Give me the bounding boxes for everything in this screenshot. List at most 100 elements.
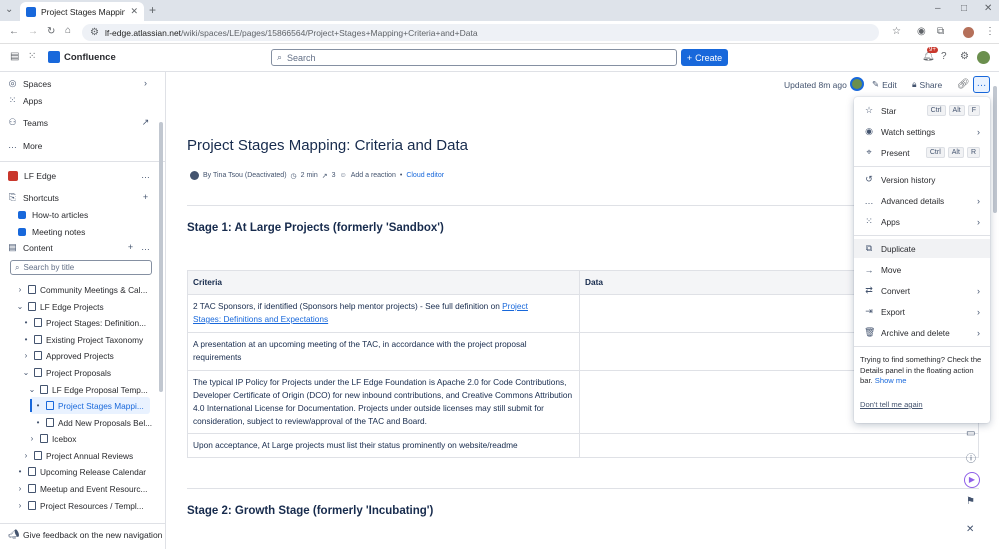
menu-item-duplicate[interactable]: ⧉ Duplicate: [854, 239, 990, 258]
maximize-icon[interactable]: □: [961, 4, 967, 14]
tree-item[interactable]: › Approved Projects: [22, 348, 114, 363]
shortcut-how-to[interactable]: How-to articles: [18, 207, 88, 222]
filter-input[interactable]: ⌕ Search by title: [10, 260, 152, 275]
settings-gear-icon[interactable]: ⚙: [960, 52, 969, 62]
share-button[interactable]: 🔒︎ Share: [912, 77, 942, 92]
tree-item[interactable]: › Project Resources / Templ...: [16, 498, 144, 513]
tree-item[interactable]: • Upcoming Release Calendar: [16, 464, 146, 479]
copy-link-icon[interactable]: 🔗︎: [957, 80, 970, 90]
sidebar-item-spaces[interactable]: ◎ Spaces ›: [8, 76, 150, 91]
tree-item[interactable]: ⌄ LF Edge Proposal Temp...: [28, 382, 148, 397]
new-tab-icon[interactable]: +: [149, 4, 156, 16]
feedback-icon[interactable]: ⚑: [966, 496, 975, 507]
collapse-icon[interactable]: ✕: [966, 524, 974, 535]
menu-item-present[interactable]: ⌖ Present Ctrl Alt R: [854, 143, 990, 162]
chevron-right-icon[interactable]: ›: [22, 451, 30, 460]
menu-item-convert[interactable]: ⇄ Convert ›: [854, 281, 990, 300]
menu-item-advanced-details[interactable]: … Advanced details ›: [854, 191, 990, 210]
tree-item[interactable]: ⌄ LF Edge Projects: [16, 299, 104, 314]
create-button[interactable]: + Create: [681, 49, 728, 66]
sidebar-item-more[interactable]: … More: [8, 138, 42, 153]
url-bar[interactable]: ⚙ lf-edge.atlassian.net /wiki/spaces/LE/…: [82, 24, 879, 41]
content-more-icon[interactable]: …: [141, 243, 150, 252]
tab-list-icon[interactable]: ⌄: [5, 5, 13, 15]
close-tab-icon[interactable]: ✕: [130, 7, 138, 16]
author[interactable]: By Tina Tsou (Deactivated): [203, 172, 287, 179]
tree-item-selected[interactable]: • Project Stages Mappi...: [34, 398, 144, 413]
chevron-down-icon[interactable]: ⌄: [16, 302, 24, 311]
chevron-right-icon[interactable]: ›: [28, 434, 36, 443]
add-shortcut-icon[interactable]: +: [141, 193, 150, 202]
tree-item[interactable]: • Project Stages: Definition...: [22, 315, 146, 330]
info-icon[interactable]: ⓘ: [966, 450, 976, 465]
tree-item[interactable]: › Project Annual Reviews: [22, 448, 134, 463]
close-window-icon[interactable]: ✕: [984, 4, 992, 14]
extension-icon[interactable]: ◉: [917, 27, 926, 37]
dismiss-tip-link[interactable]: Don't tell me again: [860, 400, 923, 409]
definitions-link[interactable]: Project: [502, 301, 528, 311]
chevron-down-icon[interactable]: ⌄: [22, 368, 30, 377]
menu-item-watch-settings[interactable]: ◉ Watch settings ›: [854, 122, 990, 141]
add-reaction[interactable]: Add a reaction: [351, 172, 396, 179]
reload-icon[interactable]: ↻: [47, 27, 55, 37]
add-content-icon[interactable]: +: [126, 243, 135, 252]
edit-button[interactable]: ✎ Edit: [872, 77, 897, 92]
space-header[interactable]: LF Edge …: [8, 168, 150, 183]
chevron-right-icon[interactable]: ›: [16, 501, 24, 510]
content-header[interactable]: ▤ Content + …: [8, 240, 150, 255]
menu-item-export[interactable]: ⇥ Export ›: [854, 302, 990, 321]
forward-icon[interactable]: →: [28, 27, 38, 37]
table-cell: The typical IP Policy for Projects under…: [187, 370, 580, 434]
app-switcher-icon[interactable]: ⁙: [28, 52, 36, 62]
product-name[interactable]: Confluence: [64, 52, 116, 63]
tree-item[interactable]: • Add New Proposals Bel...: [34, 415, 152, 430]
chevron-right-icon[interactable]: ›: [16, 285, 24, 294]
show-me-link[interactable]: Show me: [875, 376, 907, 385]
browser-menu-icon[interactable]: ⋮: [985, 27, 995, 37]
chevron-down-icon[interactable]: ⌄: [28, 385, 36, 394]
editor-label[interactable]: Cloud editor: [406, 172, 444, 179]
tree-item[interactable]: › Meetup and Event Resourc...: [16, 481, 148, 496]
browser-tab[interactable]: Project Stages Mapping: Cr ✕: [20, 2, 144, 21]
back-icon[interactable]: ←: [9, 27, 19, 37]
help-icon[interactable]: ?: [941, 52, 947, 62]
menu-item-archive-delete[interactable]: 🗑︎ Archive and delete ›: [854, 323, 990, 342]
menu-item-move[interactable]: → Move: [854, 260, 990, 279]
site-info-icon[interactable]: ⚙: [90, 27, 99, 38]
search-input[interactable]: ⌕ Search: [271, 49, 677, 66]
tree-item[interactable]: ⌄ Project Proposals: [22, 365, 111, 380]
minimize-icon[interactable]: –: [935, 4, 941, 14]
tree-item[interactable]: • Existing Project Taxonomy: [22, 332, 144, 347]
main-scrollbar[interactable]: [993, 86, 997, 213]
user-avatar[interactable]: [977, 51, 990, 64]
home-icon[interactable]: ⌂: [65, 26, 71, 36]
sidebar-item-teams[interactable]: ⚇ Teams ↗: [8, 115, 150, 130]
more-actions-button[interactable]: …: [973, 76, 990, 93]
tree-item[interactable]: › Community Meetings & Cal...: [16, 282, 148, 297]
sidebar-scrollbar[interactable]: [159, 122, 163, 392]
sidebar-divider: [0, 161, 165, 162]
extensions-puzzle-icon[interactable]: ⧉: [937, 27, 944, 37]
shortcuts-header[interactable]: ⎘ Shortcuts +: [8, 190, 150, 205]
bookmark-star-icon[interactable]: ☆: [892, 27, 901, 37]
loom-video-icon[interactable]: ▶: [964, 472, 980, 488]
space-more-icon[interactable]: …: [141, 171, 150, 180]
menu-item-apps[interactable]: ⁙ Apps ›: [854, 212, 990, 231]
feedback-link[interactable]: 📣︎ Give feedback on the new navigation: [8, 527, 162, 542]
view-count[interactable]: 3: [332, 172, 336, 179]
tree-item[interactable]: › Icebox: [28, 431, 77, 446]
sidebar-item-apps[interactable]: ⁙ Apps: [8, 93, 43, 108]
chevron-right-icon[interactable]: ›: [22, 351, 30, 360]
notifications-icon[interactable]: 🔔︎: [922, 52, 935, 62]
confluence-logo-icon[interactable]: [48, 51, 60, 63]
collaborator-avatar[interactable]: [850, 77, 864, 91]
sidebar-toggle-icon[interactable]: ▤: [10, 52, 19, 62]
menu-item-version-history[interactable]: ↺ Version history: [854, 170, 990, 189]
shortcut-meeting-notes[interactable]: Meeting notes: [18, 224, 85, 239]
profile-avatar[interactable]: [963, 27, 974, 38]
table-cell[interactable]: [579, 433, 979, 458]
menu-item-star[interactable]: ☆ Star Ctrl Alt F: [854, 101, 990, 120]
definitions-link[interactable]: Stages: Definitions and Expectations: [193, 314, 328, 324]
comment-icon[interactable]: ▭: [966, 428, 975, 439]
chevron-right-icon[interactable]: ›: [16, 484, 24, 493]
